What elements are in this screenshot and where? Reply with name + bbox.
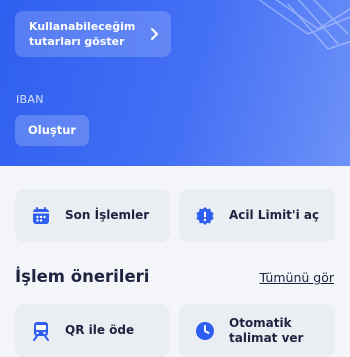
emergency-limit-button[interactable]: Acil Limit'i aç	[179, 189, 335, 242]
emergency-limit-label: Acil Limit'i aç	[229, 208, 320, 222]
recent-transactions-label: Son İşlemler	[65, 208, 150, 222]
account-hero: Kullanabileceğim tutarları göster IBAN O…	[0, 0, 350, 166]
pay-with-qr-label: QR ile öde	[65, 323, 135, 337]
pay-with-qr-button[interactable]: QR ile öde	[15, 304, 170, 357]
automatic-order-label: Otomatik talimat ver	[229, 315, 304, 345]
suggestions-title: İşlem önerileri	[15, 267, 150, 286]
iban-label: IBAN	[16, 93, 44, 106]
chevron-right-icon	[151, 28, 158, 40]
recent-transactions-button[interactable]: Son İşlemler	[15, 189, 170, 242]
card-pattern-icon	[258, 0, 350, 50]
calendar-icon	[33, 206, 49, 224]
show-available-amounts-label: Kullanabileceğim tutarları göster	[29, 20, 136, 48]
show-available-amounts-button[interactable]: Kullanabileceğim tutarları göster	[15, 11, 171, 57]
train-icon	[33, 321, 49, 341]
alert-badge-icon	[196, 206, 214, 225]
see-all-link[interactable]: Tümünü gör	[260, 270, 334, 285]
clock-icon	[196, 321, 214, 340]
automatic-order-button[interactable]: Otomatik talimat ver	[179, 304, 335, 357]
create-iban-button[interactable]: Oluştur	[15, 115, 90, 146]
